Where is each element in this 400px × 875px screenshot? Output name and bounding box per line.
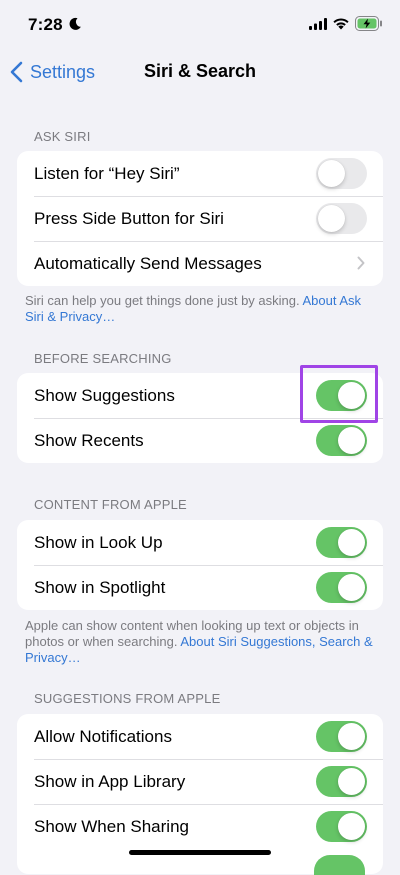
- list-item-allow-notifications[interactable]: Allow Notifications: [17, 714, 383, 759]
- before-searching-group: Show Suggestions Show Recents: [17, 373, 383, 463]
- list-item-show-recents[interactable]: Show Recents: [17, 418, 383, 463]
- row-label: Show in Spotlight: [34, 577, 166, 597]
- toggle-knob: [338, 382, 365, 409]
- list-item-hey-siri[interactable]: Listen for “Hey Siri”: [17, 151, 383, 196]
- status-bar: 7:28: [0, 0, 400, 48]
- wifi-icon: [333, 18, 349, 30]
- toggle-knob: [318, 160, 345, 187]
- show-in-look-up-toggle[interactable]: [316, 527, 367, 558]
- toggle-knob: [338, 529, 365, 556]
- moon-icon: [69, 17, 81, 30]
- row-label: Listen for “Hey Siri”: [34, 163, 180, 183]
- toggle-knob: [338, 427, 365, 454]
- row-label: Show When Sharing: [34, 816, 189, 836]
- row-label: Allow Notifications: [34, 726, 172, 746]
- toggle-knob: [318, 205, 345, 232]
- footer-text: Siri can help you get things done just b…: [25, 293, 303, 308]
- section-header-suggestions-from-apple: SUGGESTIONS FROM APPLE: [34, 691, 221, 706]
- status-time: 7:28: [28, 15, 63, 34]
- show-in-spotlight-toggle[interactable]: [316, 572, 367, 603]
- ask-siri-footer: Siri can help you get things done just b…: [25, 293, 375, 325]
- row-label: Show in App Library: [34, 771, 186, 791]
- list-item-show-suggestions[interactable]: Show Suggestions: [17, 373, 383, 418]
- list-item-show-when-sharing[interactable]: Show When Sharing: [17, 804, 383, 849]
- list-item-auto-send-messages[interactable]: Automatically Send Messages: [17, 241, 383, 286]
- section-header-content-from-apple: CONTENT FROM APPLE: [34, 497, 187, 512]
- cellular-signal-icon: [309, 18, 327, 30]
- toggle-knob: [338, 768, 365, 795]
- section-header-before-searching: BEFORE SEARCHING: [34, 351, 172, 366]
- ask-siri-group: Listen for “Hey Siri” Press Side Button …: [17, 151, 383, 286]
- row-label: Automatically Send Messages: [34, 253, 262, 273]
- toggle-knob: [338, 574, 365, 601]
- list-item-side-button[interactable]: Press Side Button for Siri: [17, 196, 383, 241]
- list-item-show-in-app-library[interactable]: Show in App Library: [17, 759, 383, 804]
- allow-notifications-toggle[interactable]: [316, 721, 367, 752]
- show-when-sharing-toggle[interactable]: [316, 811, 367, 842]
- section-header-ask-siri: ASK SIRI: [34, 129, 91, 144]
- page-title: Siri & Search: [143, 61, 257, 81]
- partial-toggle-offscreen[interactable]: [314, 855, 365, 875]
- home-indicator[interactable]: [129, 850, 271, 855]
- battery-charging-icon: [355, 16, 382, 31]
- row-label: Press Side Button for Siri: [34, 208, 224, 228]
- chevron-right-icon: [357, 256, 365, 270]
- row-label: Show Recents: [34, 430, 144, 450]
- show-in-app-library-toggle[interactable]: [316, 766, 367, 797]
- toggle-knob: [338, 813, 365, 840]
- content-from-apple-footer: Apple can show content when looking up t…: [25, 618, 375, 666]
- toggle-knob: [338, 723, 365, 750]
- row-label: Show Suggestions: [34, 385, 175, 405]
- hey-siri-toggle[interactable]: [316, 158, 367, 189]
- side-button-toggle[interactable]: [316, 203, 367, 234]
- content-from-apple-group: Show in Look Up Show in Spotlight: [17, 520, 383, 610]
- row-label: Show in Look Up: [34, 532, 163, 552]
- show-suggestions-toggle[interactable]: [316, 380, 367, 411]
- list-item-show-in-spotlight[interactable]: Show in Spotlight: [17, 565, 383, 610]
- show-recents-toggle[interactable]: [316, 425, 367, 456]
- list-item-show-in-look-up[interactable]: Show in Look Up: [17, 520, 383, 565]
